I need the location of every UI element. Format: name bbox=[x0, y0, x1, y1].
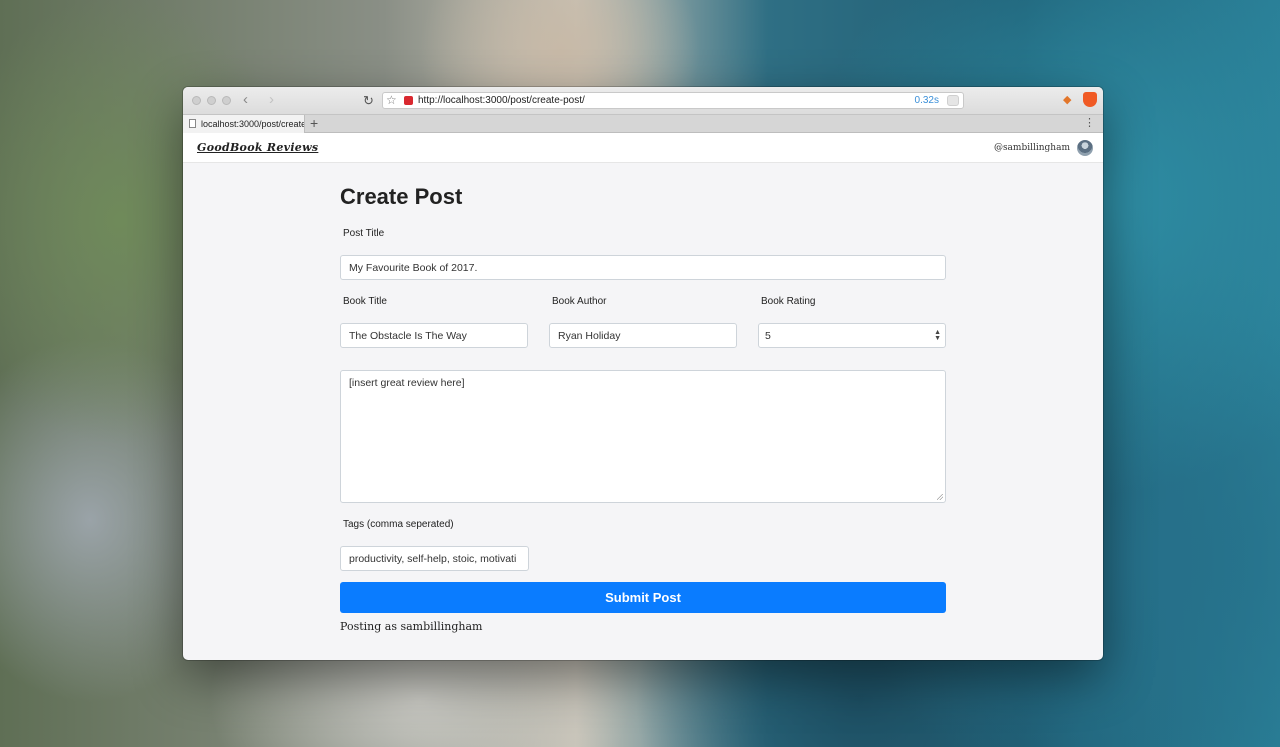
tags-label: Tags (comma seperated) bbox=[343, 519, 454, 530]
star-icon[interactable]: ☆ bbox=[386, 93, 397, 107]
book-title-label: Book Title bbox=[343, 296, 387, 307]
post-title-label: Post Title bbox=[343, 228, 385, 239]
new-tab-button[interactable]: + bbox=[310, 115, 318, 132]
avatar[interactable] bbox=[1077, 140, 1093, 156]
site-navbar: GoodBook Reviews @sambillingham bbox=[183, 133, 1103, 163]
book-author-label: Book Author bbox=[552, 296, 607, 307]
tab-create-post[interactable]: localhost:3000/post/create-post/ bbox=[183, 115, 305, 133]
post-title-input[interactable]: My Favourite Book of 2017. bbox=[340, 255, 946, 280]
review-textarea[interactable]: [insert great review here] bbox=[340, 370, 946, 503]
load-time: 0.32s bbox=[914, 95, 939, 106]
brave-shield-icon[interactable] bbox=[1083, 92, 1097, 107]
page-action-icon[interactable] bbox=[947, 95, 959, 106]
minimize-window-button[interactable] bbox=[207, 96, 216, 105]
book-rating-value: 5 bbox=[765, 330, 771, 342]
url-text[interactable]: http://localhost:3000/post/create-post/ bbox=[418, 95, 585, 106]
select-arrows-icon: ▲ ▼ bbox=[934, 329, 941, 342]
submit-post-button[interactable]: Submit Post bbox=[340, 582, 946, 613]
zoom-window-button[interactable] bbox=[222, 96, 231, 105]
page-title: Create Post bbox=[340, 184, 463, 209]
book-title-input[interactable]: The Obstacle Is The Way bbox=[340, 323, 528, 348]
book-rating-label: Book Rating bbox=[761, 296, 816, 307]
forward-button[interactable]: › bbox=[269, 92, 274, 108]
address-bar[interactable]: ☆ http://localhost:3000/post/create-post… bbox=[382, 92, 964, 109]
window-controls bbox=[192, 96, 231, 105]
tags-input[interactable]: productivity, self-help, stoic, motivati bbox=[340, 546, 529, 571]
back-button[interactable]: ‹ bbox=[243, 92, 248, 108]
resize-handle-icon[interactable] bbox=[937, 494, 943, 500]
metamask-icon[interactable]: ◆ bbox=[1063, 93, 1071, 106]
browser-window: ‹ › ↻ ☆ http://localhost:3000/post/creat… bbox=[183, 87, 1103, 660]
insecure-lock-icon[interactable] bbox=[404, 96, 413, 105]
book-rating-select[interactable]: 5 ▲ ▼ bbox=[758, 323, 946, 348]
posting-as-text: Posting as sambillingham bbox=[340, 620, 483, 633]
username-link[interactable]: @sambillingham bbox=[994, 143, 1070, 153]
close-window-button[interactable] bbox=[192, 96, 201, 105]
tab-bar: localhost:3000/post/create-post/ + ⋮ bbox=[183, 115, 1103, 133]
site-logo[interactable]: GoodBook Reviews bbox=[197, 141, 318, 154]
book-author-input[interactable]: Ryan Holiday bbox=[549, 323, 737, 348]
review-text: [insert great review here] bbox=[349, 377, 465, 389]
browser-toolbar: ‹ › ↻ ☆ http://localhost:3000/post/creat… bbox=[183, 87, 1103, 115]
page-icon bbox=[189, 119, 196, 128]
reload-icon[interactable]: ↻ bbox=[363, 93, 374, 109]
tab-title: localhost:3000/post/create-post/ bbox=[201, 119, 304, 129]
tab-menu-icon[interactable]: ⋮ bbox=[1084, 116, 1095, 129]
